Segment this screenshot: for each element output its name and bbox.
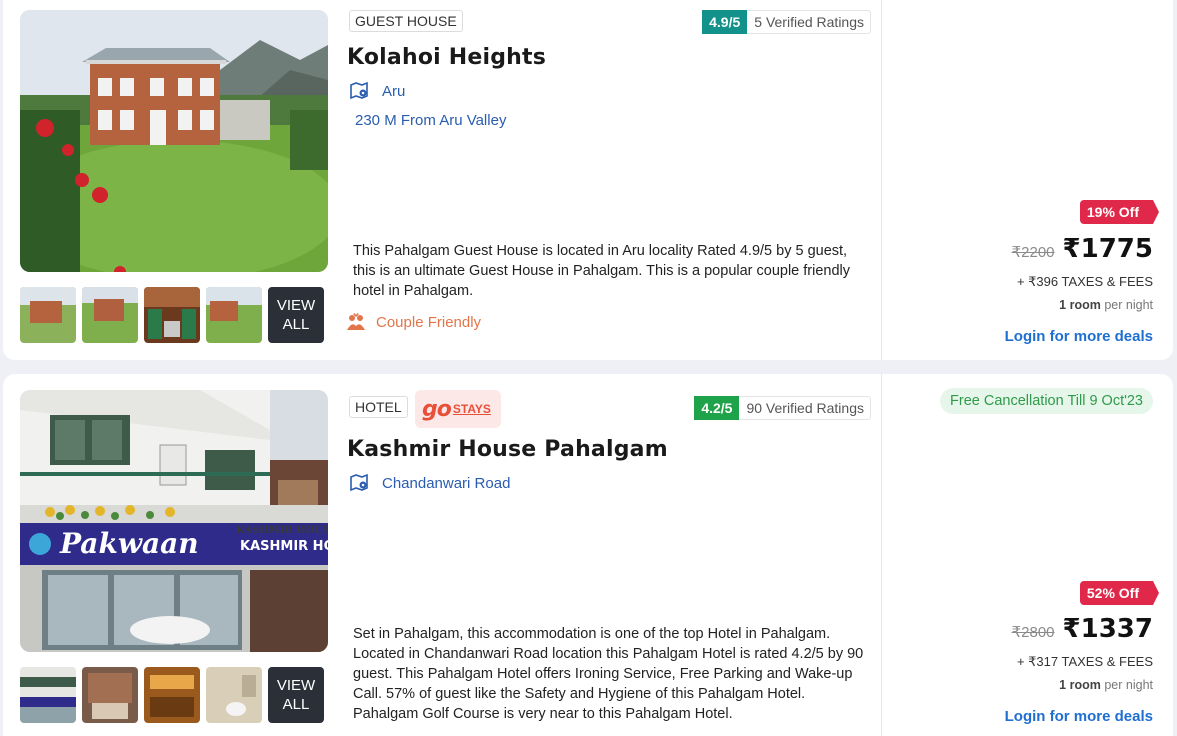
feature-row: Couple Friendly: [346, 312, 481, 332]
guest-house-photo: [20, 10, 328, 272]
free-cancellation-badge: Free Cancellation Till 9 Oct'23: [940, 388, 1153, 414]
rating-count: 5 Verified Ratings: [754, 14, 864, 30]
login-for-deals-link[interactable]: Login for more deals: [1005, 708, 1153, 725]
kashmir-ho-sign: KASHMIR HO: [240, 539, 328, 554]
location-row: Aru: [349, 81, 405, 101]
view-all-label: VIEW ALL: [276, 677, 316, 713]
price-row: ₹2800 ₹1337: [1012, 614, 1153, 644]
taxes-fees: + ₹396 TAXES & FEES: [1016, 274, 1153, 289]
property-type-tag: HOTEL: [349, 396, 408, 418]
property-type-tag: GUEST HOUSE: [349, 10, 463, 32]
per-night-info: 1 room per night: [1059, 298, 1153, 312]
view-all-label: VIEW ALL: [276, 297, 316, 333]
hotel-card[interactable]: VIEW ALL GUEST HOUSE 4.9/5 5 Verified Ra…: [3, 0, 1173, 360]
rating-count: 90 Verified Ratings: [746, 400, 864, 416]
column-divider: [881, 0, 882, 360]
gostays-go: go: [422, 396, 452, 422]
hotel-name[interactable]: Kashmir House Pahalgam: [347, 437, 668, 462]
hotel-main-photo[interactable]: Pakwaan KASHMIR HO KASHMIR HOUSE: [20, 390, 328, 652]
hotel-name[interactable]: Kolahoi Heights: [347, 45, 546, 70]
discount-badge: 19% Off: [1079, 200, 1160, 224]
room-count: 1 room: [1059, 298, 1101, 312]
per-night-info: 1 room per night: [1059, 678, 1153, 692]
hotel-description: Set in Pahalgam, this accommodation is o…: [353, 626, 864, 722]
feature-label: Couple Friendly: [376, 313, 482, 331]
hotel-card[interactable]: Pakwaan KASHMIR HO KASHMIR HOUSE VIEW AL…: [3, 374, 1173, 736]
original-price: ₹2200: [1011, 244, 1055, 261]
landmark-distance: 230 M From Aru Valley: [355, 112, 507, 129]
view-all-photos-button[interactable]: VIEW ALL: [268, 287, 324, 343]
photo-thumbnails: VIEW ALL: [20, 667, 324, 723]
hotel-info: GUEST HOUSE 4.9/5 5 Verified Ratings Kol…: [343, 0, 871, 360]
kashmir-house-sign: KASHMIR HOUSE: [236, 525, 328, 536]
thumbnail[interactable]: [82, 667, 138, 723]
per-night-label: per night: [1104, 678, 1153, 692]
gostays-badge: go STAYS: [415, 390, 501, 428]
rating-box: 4.2/5 90 Verified Ratings: [694, 396, 871, 420]
location-link[interactable]: Chandanwari Road: [382, 475, 510, 492]
thumbnail[interactable]: [82, 287, 138, 343]
thumbnail[interactable]: [20, 667, 76, 723]
room-count: 1 room: [1059, 678, 1101, 692]
rating-score: 4.2/5: [694, 396, 740, 420]
view-all-photos-button[interactable]: VIEW ALL: [268, 667, 324, 723]
hotel-info: HOTEL go STAYS 4.2/5 90 Verified Ratings…: [343, 374, 871, 736]
original-price: ₹2800: [1011, 624, 1055, 641]
discounted-price: ₹1337: [1062, 614, 1153, 644]
rating-score: 4.9/5: [702, 10, 748, 34]
thumbnail[interactable]: [144, 667, 200, 723]
thumbnail[interactable]: [206, 667, 262, 723]
thumbnail[interactable]: [20, 287, 76, 343]
thumbnail[interactable]: [206, 287, 262, 343]
taxes-fees: + ₹317 TAXES & FEES: [1016, 654, 1153, 669]
couple-icon: [347, 313, 365, 330]
pakwaan-sign: Pakwaan: [59, 527, 199, 560]
per-night-label: per night: [1104, 298, 1153, 312]
hotel-building-photo: Pakwaan KASHMIR HO KASHMIR HOUSE: [20, 390, 328, 652]
hotel-main-photo[interactable]: [20, 10, 328, 272]
column-divider: [881, 374, 882, 736]
photo-thumbnails: VIEW ALL: [20, 287, 324, 343]
discounted-price: ₹1775: [1062, 234, 1153, 264]
rating-box: 4.9/5 5 Verified Ratings: [702, 10, 871, 34]
thumbnail[interactable]: [144, 287, 200, 343]
login-for-deals-link[interactable]: Login for more deals: [1005, 328, 1153, 345]
location-link[interactable]: Aru: [382, 83, 405, 100]
gostays-stays: STAYS: [452, 402, 491, 416]
map-pin-icon: [350, 473, 368, 492]
price-row: ₹2200 ₹1775: [1012, 234, 1153, 264]
location-row: Chandanwari Road: [349, 473, 510, 493]
discount-badge: 52% Off: [1079, 581, 1160, 605]
map-pin-icon: [350, 81, 368, 100]
hotel-description: This Pahalgam Guest House is located in …: [353, 243, 851, 299]
